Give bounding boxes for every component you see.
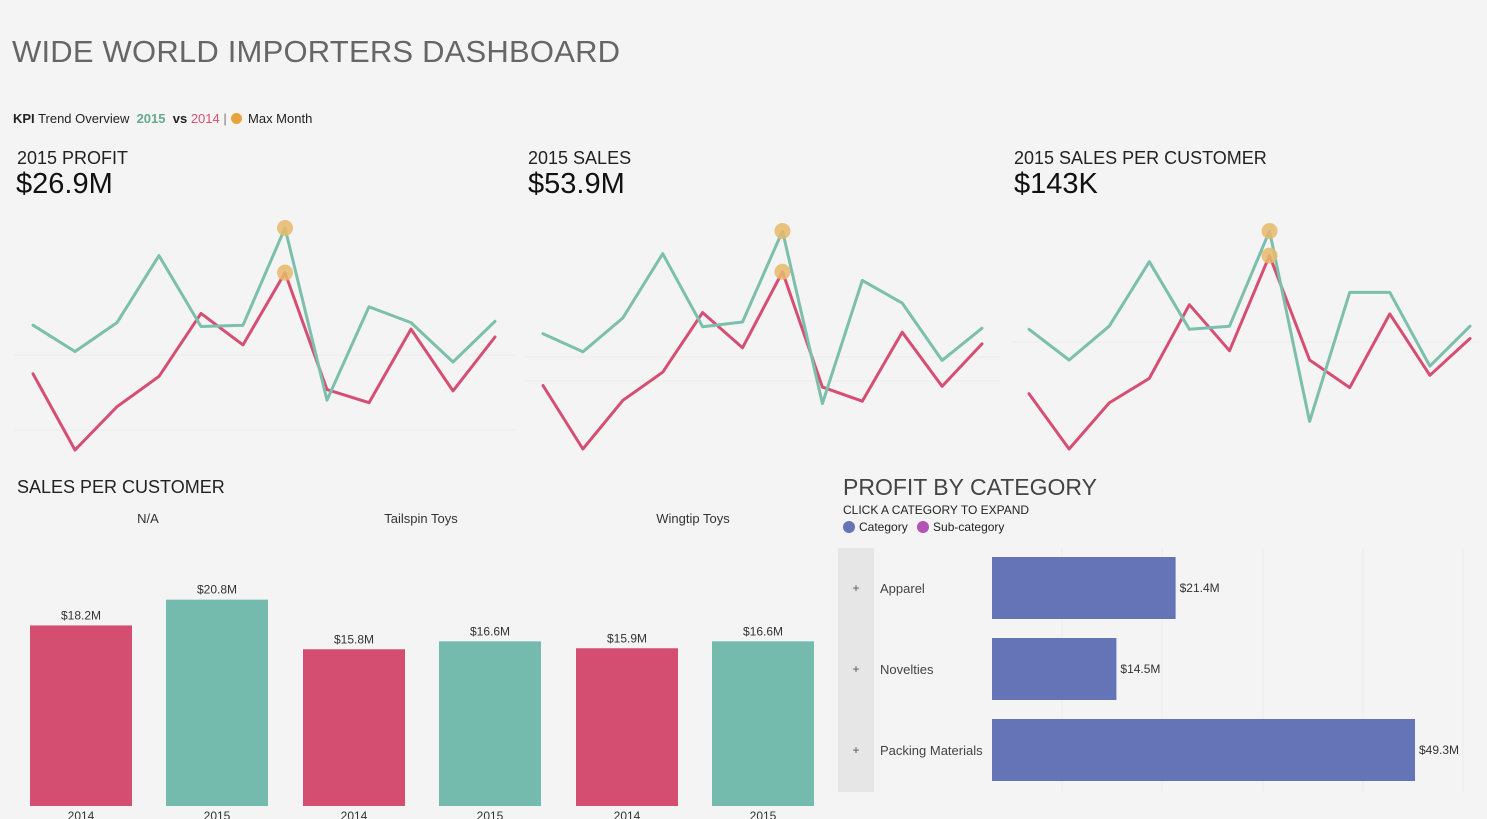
category-bar[interactable]	[992, 638, 1117, 700]
category-label[interactable]: Packing Materials	[880, 743, 983, 758]
bar-value-label: $20.8M	[197, 583, 237, 597]
expand-category-button[interactable]: +	[852, 743, 859, 757]
bar-2015[interactable]	[439, 641, 541, 806]
category-value-label: $21.4M	[1180, 581, 1220, 595]
sales-per-customer-chart: $18.2M 2014 $20.8M 2015 $15.8M 2014 $16.6M 2015…	[30, 583, 814, 819]
profit-by-category-title: PROFIT BY CATEGORY	[843, 474, 1097, 500]
trend-line-2014	[31, 271, 497, 452]
bar-2015[interactable]	[166, 599, 268, 806]
profit-by-category-chart: + Apparel $21.4M + Novelties $14.5M + Packing M…	[838, 548, 1464, 792]
group-label-tailspin: Tailspin Toys	[384, 511, 458, 526]
max-month-marker-2014[interactable]	[1261, 247, 1278, 264]
bar-year-label: 2014	[341, 809, 368, 819]
trend-line-2015	[541, 229, 984, 405]
trend-line-2015	[31, 226, 497, 402]
category-label[interactable]: Novelties	[880, 662, 934, 677]
bar-2014[interactable]	[303, 649, 405, 806]
bar-value-label: $18.2M	[61, 608, 101, 622]
max-month-marker-2015[interactable]	[774, 223, 791, 239]
trend-line-2014	[1027, 254, 1472, 451]
bar-2014[interactable]	[30, 625, 132, 806]
group-label-na: N/A	[137, 511, 159, 526]
trend-line-2015	[1027, 229, 1472, 423]
max-month-marker-2014[interactable]	[277, 264, 293, 281]
sales-per-customer-title: SALES PER CUSTOMER	[17, 477, 225, 497]
bar-year-label: 2014	[614, 809, 641, 819]
bar-year-label: 2015	[750, 809, 777, 819]
bar-value-label: $15.9M	[607, 631, 647, 645]
expand-hint: CLICK A CATEGORY TO EXPAND	[843, 503, 1030, 517]
group-label-wingtip: Wingtip Toys	[656, 511, 730, 526]
bar-year-label: 2015	[477, 809, 504, 819]
category-value-label: $49.3M	[1419, 743, 1459, 757]
category-label[interactable]: Apparel	[880, 581, 925, 596]
bar-2015[interactable]	[712, 641, 814, 806]
legend-subcategory: Sub-category	[933, 520, 1005, 534]
subcategory-legend-dot	[917, 521, 930, 533]
legend-category: Category	[859, 520, 908, 534]
category-bar[interactable]	[992, 719, 1415, 781]
expand-category-button[interactable]: +	[852, 581, 859, 595]
trend-line-2014	[541, 270, 984, 451]
kpi-trend-charts	[14, 220, 1480, 452]
category-value-label: $14.5M	[1120, 662, 1160, 676]
category-legend: Category Sub-category	[843, 520, 1010, 534]
bar-2014[interactable]	[576, 648, 678, 806]
bar-value-label: $15.8M	[334, 632, 374, 646]
max-month-marker-2014[interactable]	[774, 263, 791, 280]
bar-year-label: 2014	[68, 809, 95, 819]
bar-value-label: $16.6M	[743, 624, 783, 638]
bar-year-label: 2015	[204, 809, 231, 819]
max-month-marker-2015[interactable]	[277, 220, 293, 236]
expand-category-button[interactable]: +	[852, 662, 859, 676]
category-legend-dot	[843, 521, 855, 533]
bar-value-label: $16.6M	[470, 624, 510, 638]
category-bar[interactable]	[992, 557, 1176, 619]
max-month-marker-2015[interactable]	[1261, 223, 1278, 239]
